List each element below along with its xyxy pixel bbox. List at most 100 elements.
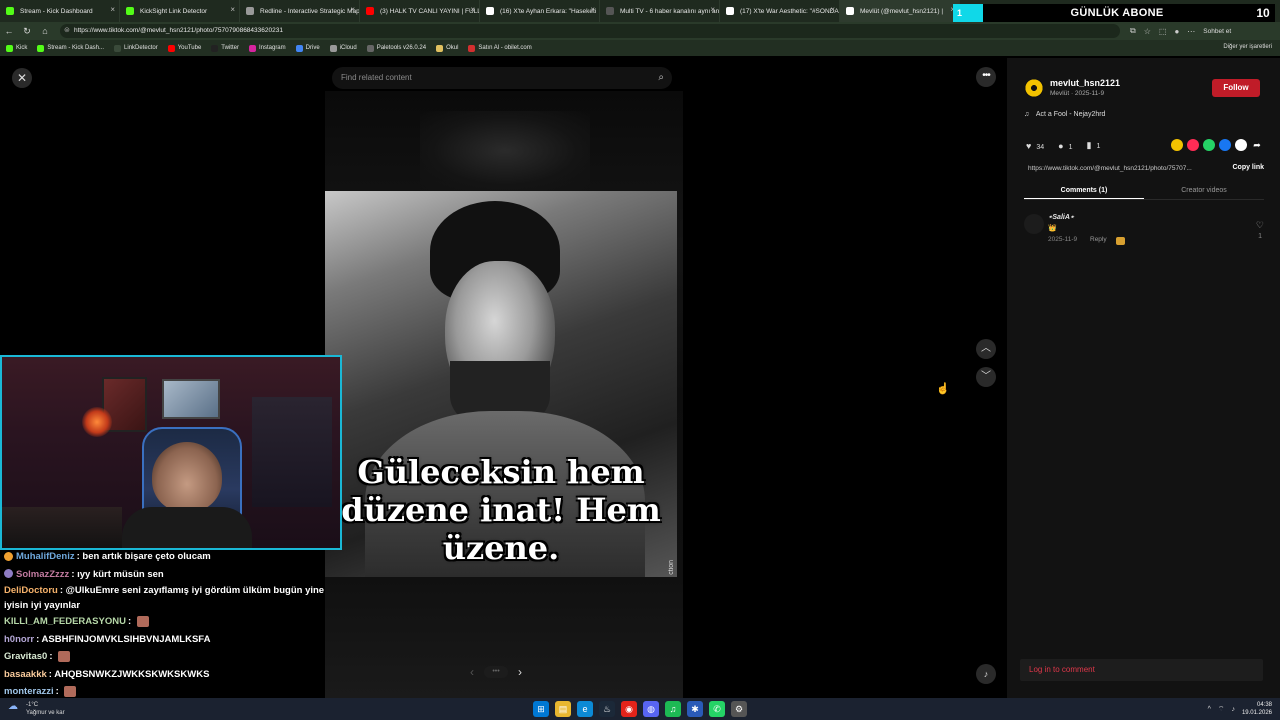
- tab-close-icon[interactable]: ×: [830, 5, 835, 14]
- chat-username[interactable]: basaakkk: [4, 669, 47, 680]
- bookmark-item[interactable]: Drive: [295, 44, 320, 52]
- chat-text: AHQBSNWKZJWKKSKWKSKWKS: [54, 668, 210, 680]
- previous-post-icon[interactable]: ︿: [976, 339, 996, 359]
- speaker-icon[interactable]: ♪: [1231, 706, 1235, 713]
- chat-username[interactable]: MuhalifDeniz: [16, 551, 75, 562]
- post-photo[interactable]: Güleceksin hem düzene inat! Hem üzene. c…: [325, 191, 677, 577]
- browser-tab[interactable]: (16) X'te Ayhan Erkara: "Haseketi ×: [480, 0, 600, 22]
- site-info-icon[interactable]: ⊜: [64, 24, 70, 38]
- browser-tab[interactable]: (17) X'te War Aesthetic: "#SONDA ×: [720, 0, 840, 22]
- tab-label: (17) X'te War Aesthetic: "#SONDA: [740, 7, 839, 15]
- chat-username[interactable]: Gravitas0: [4, 651, 47, 662]
- browser-tab[interactable]: Mevlüt (@mevlut_hsn2121) |×: [840, 0, 960, 22]
- start-icon[interactable]: ⊞: [533, 701, 549, 717]
- chat-username[interactable]: SolmazZzzz: [16, 569, 69, 580]
- chat-username[interactable]: DeliDoctoru: [4, 585, 58, 596]
- chat-username[interactable]: KILLI_AM_FEDERASYONU: [4, 616, 126, 627]
- more-options-icon[interactable]: •••: [976, 67, 996, 87]
- obs-icon[interactable]: ◉: [621, 701, 637, 717]
- star-icon[interactable]: ☆: [1144, 27, 1151, 36]
- bookmark-item[interactable]: Satın Al - obilet.com: [468, 44, 532, 52]
- bookmark-item[interactable]: Twitter: [211, 44, 239, 52]
- tab-creator-videos[interactable]: Creator videos: [1144, 184, 1264, 199]
- share-option-icon[interactable]: [1219, 139, 1231, 151]
- app-icon[interactable]: ✱: [687, 701, 703, 717]
- tab-close-icon[interactable]: ×: [230, 5, 235, 14]
- volume-icon[interactable]: ♪: [976, 664, 996, 684]
- bookmark-item[interactable]: Instagram: [248, 44, 286, 52]
- menu-icon[interactable]: ⋯: [1187, 27, 1195, 36]
- weather-temp: -1°C: [26, 702, 39, 708]
- chat-username[interactable]: h0norr: [4, 634, 34, 645]
- bookmark-item[interactable]: YouTube: [167, 44, 201, 52]
- back-icon[interactable]: ←: [0, 26, 18, 36]
- kick-icon: [37, 44, 45, 52]
- comment-like-icon[interactable]: ♡: [1256, 220, 1264, 231]
- discord-icon[interactable]: ◍: [643, 701, 659, 717]
- url-field[interactable]: ⊜ https://www.tiktok.com/@mevlut_hsn2121…: [60, 24, 1120, 38]
- bookmark-item[interactable]: LinkDetector: [114, 44, 158, 52]
- close-icon[interactable]: ✕: [12, 68, 32, 88]
- login-to-comment-button[interactable]: Log in to comment: [1020, 659, 1263, 681]
- music-link[interactable]: ♫ Act a Fool - Nejay2hrd: [1024, 111, 1105, 118]
- browser-tab[interactable]: Multi TV - 6 haber kanalını aynı an ×: [600, 0, 720, 22]
- extensions-icon[interactable]: ⬚: [1159, 27, 1167, 36]
- follow-button[interactable]: Follow: [1212, 79, 1260, 97]
- profile-icon[interactable]: ●: [1174, 27, 1179, 36]
- next-post-icon[interactable]: ﹀: [976, 367, 996, 387]
- browser-tab[interactable]: KickSight Link Detector ×: [120, 0, 240, 22]
- tab-close-icon[interactable]: ×: [470, 5, 475, 14]
- browser-tab[interactable]: Stream - Kick Dashboard ×: [0, 0, 120, 22]
- settings-icon[interactable]: ⚙: [731, 701, 747, 717]
- comment-button[interactable]: ● 1: [1058, 141, 1072, 151]
- commenter-avatar[interactable]: [1024, 214, 1044, 234]
- share-arrow-icon[interactable]: ➦: [1251, 139, 1263, 151]
- reply-button[interactable]: Reply: [1090, 236, 1107, 243]
- share-option-icon[interactable]: [1203, 139, 1215, 151]
- username[interactable]: mevlut_hsn2121: [1050, 78, 1120, 88]
- spotify-icon[interactable]: ♫: [665, 701, 681, 717]
- search-icon[interactable]: ⌕: [658, 67, 664, 89]
- tab-close-icon[interactable]: ×: [350, 5, 355, 14]
- bookmark-item[interactable]: Kick: [6, 44, 27, 52]
- commenter-name[interactable]: ⋆SaliA⋆: [1048, 213, 1074, 221]
- reload-icon[interactable]: ↻: [18, 26, 36, 37]
- install-icon[interactable]: ⧉: [1130, 26, 1136, 36]
- avatar[interactable]: [1024, 78, 1044, 98]
- like-button[interactable]: ♥ 34: [1026, 141, 1044, 151]
- browser-tab[interactable]: Redline - Interactive Strategic Map ×: [240, 0, 360, 22]
- chat-username[interactable]: monterazzi: [4, 686, 54, 697]
- tab-close-icon[interactable]: ×: [110, 5, 115, 14]
- carousel-prev-icon[interactable]: ‹: [470, 665, 474, 679]
- tab-close-icon[interactable]: ×: [590, 5, 595, 14]
- edge-icon[interactable]: e: [577, 701, 593, 717]
- tab-close-icon[interactable]: ×: [710, 5, 715, 14]
- tray-overflow-icon[interactable]: ^: [1208, 706, 1211, 713]
- share-option-icon[interactable]: [1187, 139, 1199, 151]
- network-icon[interactable]: ⌔: [1218, 705, 1225, 714]
- home-icon[interactable]: ⌂: [36, 26, 54, 36]
- chat-message: MuhalifDeniz: ben artık bişare çeto oluc…: [0, 548, 325, 566]
- share-option-icon[interactable]: [1171, 139, 1183, 151]
- search-input[interactable]: Find related content ⌕: [332, 67, 672, 89]
- clock[interactable]: 04:38 19.01.2026: [1242, 701, 1272, 717]
- bookmark-item[interactable]: Okul: [436, 44, 458, 52]
- chat-button[interactable]: Sohbet et: [1203, 28, 1231, 35]
- browser-tab[interactable]: (3) HALK TV CANLI YAYINI | FULL HD×: [360, 0, 480, 22]
- carousel-next-icon[interactable]: ›: [518, 665, 522, 679]
- bookmark-item[interactable]: Paletools v26.0.24: [366, 44, 426, 52]
- other-bookmarks[interactable]: Diğer yer işaretleri: [1223, 44, 1272, 50]
- tab-label: Mevlüt (@mevlut_hsn2121) |: [860, 7, 944, 15]
- steam-icon[interactable]: ♨: [599, 701, 615, 717]
- bookmark-item[interactable]: Stream - Kick Dash...: [37, 44, 104, 52]
- file-explorer-icon[interactable]: ▤: [555, 701, 571, 717]
- whatsapp-icon[interactable]: ✆: [709, 701, 725, 717]
- share-option-icon[interactable]: [1235, 139, 1247, 151]
- share-link: https://www.tiktok.com/@mevlut_hsn2121/p…: [1028, 165, 1192, 172]
- streamer-webcam: [0, 355, 342, 550]
- webcam-wave-painting: [162, 379, 220, 419]
- copy-link-button[interactable]: Copy link: [1232, 164, 1264, 171]
- bookmark-item[interactable]: iCloud: [329, 44, 357, 52]
- tab-comments[interactable]: Comments (1): [1024, 184, 1144, 199]
- save-button[interactable]: ▮ 1: [1086, 140, 1100, 151]
